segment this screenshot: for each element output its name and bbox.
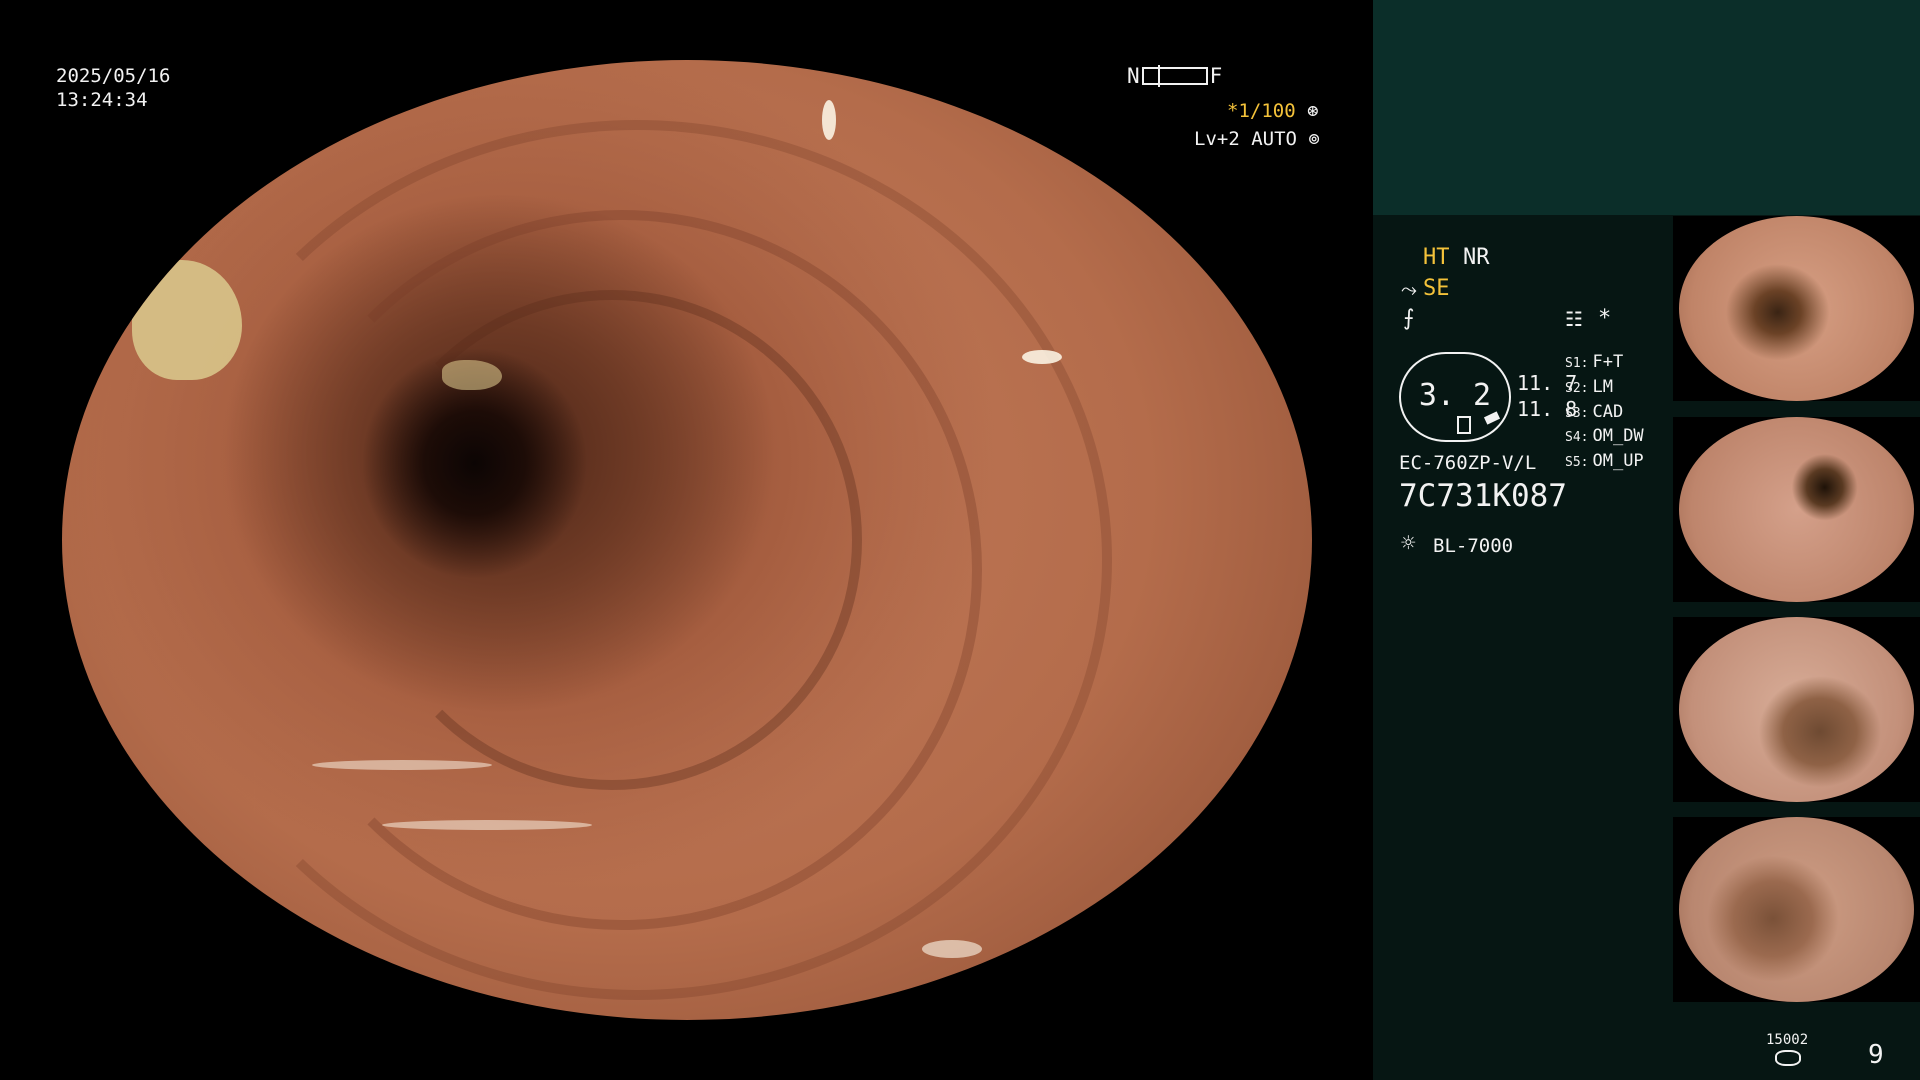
switch-slot-1: S1: F+T xyxy=(1565,350,1623,376)
far-label: F xyxy=(1209,64,1223,88)
slot-key: S5: xyxy=(1565,455,1589,470)
light-reflection xyxy=(1022,350,1062,364)
slot-key: S4: xyxy=(1565,430,1589,445)
gauge: 3. 2 xyxy=(1399,352,1511,442)
level-readout: Lv+2 AUTO ⊚ xyxy=(1194,127,1320,151)
captured-thumbnail-3[interactable] xyxy=(1673,617,1920,802)
switch-slot-4: S4: OM_DW xyxy=(1565,424,1644,450)
mucosal-fold-3 xyxy=(362,290,862,790)
slot-key: S1: xyxy=(1565,356,1589,371)
gauge-marker-icon xyxy=(1457,416,1471,434)
slot-value: LM xyxy=(1592,377,1613,397)
date-time-readout: 2025/05/16 13:24:34 xyxy=(56,64,170,112)
switch-slot-3: S3: CAD xyxy=(1565,400,1623,426)
storage-icon xyxy=(1775,1050,1801,1066)
thumbnail-image xyxy=(1679,817,1914,1002)
light-reflection xyxy=(382,820,592,830)
mucosal-fold-2 xyxy=(162,120,1112,1000)
gauge-value: 3. 2 xyxy=(1418,378,1492,413)
time-text: 13:24:34 xyxy=(56,89,148,111)
debris-patch-small xyxy=(442,360,502,390)
slot-key: S3: xyxy=(1565,406,1589,421)
star-icon: * xyxy=(1598,306,1612,331)
thumbnail-image xyxy=(1679,417,1914,602)
light-source-label: BL-7000 xyxy=(1433,535,1514,557)
switch-slot-2: S2: LM xyxy=(1565,375,1613,401)
focus-bar xyxy=(1141,65,1208,87)
endoscopic-image xyxy=(62,60,1312,1020)
gauge-tick-icon xyxy=(1483,411,1501,425)
ht-label: HT xyxy=(1423,245,1450,270)
light-reflection xyxy=(822,100,836,140)
level-text: Lv+2 AUTO xyxy=(1194,128,1297,150)
zoom-readout: *1/100 ⊛ xyxy=(1227,99,1319,123)
debris-patch xyxy=(132,260,242,380)
mucosal-fold-1 xyxy=(262,210,982,930)
light-reflection xyxy=(922,940,982,958)
document-icon: ☷ xyxy=(1565,307,1583,331)
light-reflection xyxy=(312,760,492,770)
function-icon: ⨍ xyxy=(1403,306,1415,331)
near-far-scale: N F xyxy=(1127,64,1222,88)
captured-thumbnail-2[interactable] xyxy=(1673,417,1920,602)
zoom-text: *1/100 xyxy=(1227,100,1296,122)
slot-value: OM_DW xyxy=(1592,426,1644,446)
image-counter: 15002 xyxy=(1766,1032,1809,1048)
slot-value: CAD xyxy=(1592,402,1624,422)
scope-model: EC-760ZP-V/L xyxy=(1399,452,1537,474)
auto-icon: ⊚ xyxy=(1308,128,1320,150)
page-number: 9 xyxy=(1868,1040,1884,1070)
se-label: SE xyxy=(1423,276,1450,301)
near-label: N xyxy=(1127,64,1140,88)
endoscope-viewport: 2025/05/16 13:24:34 N F *1/100 ⊛ Lv+2 AU… xyxy=(0,0,1372,1080)
captured-thumbnail-1[interactable] xyxy=(1673,216,1920,401)
switch-slot-5: S5: OM_UP xyxy=(1565,449,1644,475)
scope-serial: 7C731K087 xyxy=(1399,478,1567,514)
nr-label: NR xyxy=(1463,245,1490,270)
captured-thumbnail-4[interactable] xyxy=(1673,817,1920,1002)
date-text: 2025/05/16 xyxy=(56,65,171,87)
structure-enhance-icon: ⤳ xyxy=(1401,277,1417,301)
slot-value: OM_UP xyxy=(1592,451,1644,471)
aperture-icon: ⊛ xyxy=(1307,100,1319,122)
thumbnail-image xyxy=(1679,216,1914,401)
thumbnail-image xyxy=(1679,617,1914,802)
slot-value: F+T xyxy=(1592,352,1624,372)
light-source-icon: ☼ xyxy=(1401,529,1416,557)
slot-key: S2: xyxy=(1565,381,1589,396)
panel-header-block xyxy=(1373,0,1920,215)
